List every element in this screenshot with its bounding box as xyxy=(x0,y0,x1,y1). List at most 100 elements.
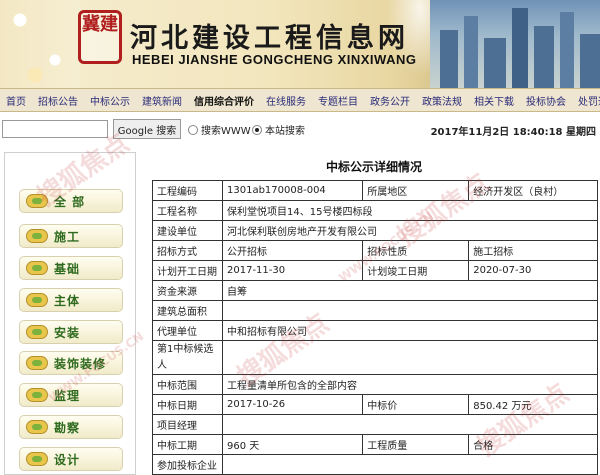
site-title: 河北建设工程信息网 xyxy=(130,23,409,54)
field-label: 代理单位 xyxy=(152,320,223,341)
nav-policies[interactable]: 政策法规 xyxy=(422,93,462,108)
field-label: 中标工期 xyxy=(152,434,223,455)
category-label: 施工 xyxy=(54,229,81,244)
city-skyline-image xyxy=(430,0,600,88)
field-label: 建设单位 xyxy=(152,220,223,241)
field-label: 计划开工日期 xyxy=(152,260,223,281)
category-icon xyxy=(26,420,48,434)
radio-search-site[interactable]: 本站搜索 xyxy=(252,122,305,137)
category-foundation[interactable]: 基础 xyxy=(19,256,123,280)
radio-site-indicator[interactable] xyxy=(252,124,262,135)
field-value: 960 天 xyxy=(221,434,364,455)
field-value xyxy=(222,454,598,475)
table-row: 中标范围 工程量清单所包含的全部内容 xyxy=(152,374,598,395)
category-icon xyxy=(26,229,48,243)
field-label: 所属地区 xyxy=(362,180,470,201)
category-icon xyxy=(26,388,48,402)
field-value xyxy=(222,414,598,435)
nav-online-service[interactable]: 在线服务 xyxy=(266,93,306,108)
category-icon xyxy=(26,194,48,208)
category-icon xyxy=(26,261,48,275)
nav-award-notice[interactable]: 中标公示 xyxy=(90,93,130,108)
field-value: 2017-10-26 xyxy=(221,394,364,415)
table-row: 参加投标企业 xyxy=(152,454,598,475)
category-label: 主体 xyxy=(54,293,81,308)
field-label: 第1中标候选人 xyxy=(152,340,223,375)
search-bar: Google 搜索 搜索WWW 本站搜索 2017年11月2日 18:40:18… xyxy=(0,118,600,140)
category-label: 全 部 xyxy=(54,194,86,209)
site-banner: 冀建 河北建设工程信息网 HEBEI JIANSHE GONGCHENG XIN… xyxy=(0,0,600,88)
field-value: 2017-11-30 xyxy=(221,260,364,281)
radio-web-label: 搜索WWW xyxy=(201,126,251,137)
nav-home[interactable]: 首页 xyxy=(6,93,26,108)
category-design[interactable]: 设计 xyxy=(19,447,123,471)
site-title-english: HEBEI JIANSHE GONGCHENG XINXIWANG xyxy=(132,52,417,67)
table-row: 招标方式 公开招标 招标性质 施工招标 xyxy=(152,240,598,261)
field-value: 施工招标 xyxy=(468,240,598,261)
category-construction[interactable]: 施工 xyxy=(19,224,123,248)
field-value: 合格 xyxy=(468,434,598,455)
field-value: 1301ab170008-004 xyxy=(221,180,364,201)
category-label: 勘察 xyxy=(54,420,81,435)
google-search-button[interactable]: Google 搜索 xyxy=(113,119,181,139)
search-input[interactable] xyxy=(2,120,108,138)
field-value: 自筹 xyxy=(222,280,598,301)
field-label: 中标范围 xyxy=(152,374,223,395)
nav-special-topics[interactable]: 专题栏目 xyxy=(318,93,358,108)
field-value xyxy=(222,300,598,321)
table-row: 建设单位 河北保利联创房地产开发有限公司 xyxy=(152,220,598,241)
category-icon xyxy=(26,356,48,370)
nav-downloads[interactable]: 相关下载 xyxy=(474,93,514,108)
nav-penalty-notices[interactable]: 处罚通报 xyxy=(578,93,600,108)
field-value: 公开招标 xyxy=(221,240,364,261)
category-icon xyxy=(26,325,48,339)
field-label: 项目经理 xyxy=(152,414,223,435)
nav-government-affairs[interactable]: 政务公开 xyxy=(370,93,410,108)
field-value: 保利堂悦项目14、15号楼四标段 xyxy=(222,200,598,221)
category-label: 设计 xyxy=(54,452,81,467)
category-decoration[interactable]: 装饰装修 xyxy=(19,351,123,375)
category-survey[interactable]: 勘察 xyxy=(19,415,123,439)
nav-tender-notice[interactable]: 招标公告 xyxy=(38,93,78,108)
field-value: 850.42 万元 xyxy=(468,394,598,415)
nav-bidding-association[interactable]: 投标协会 xyxy=(526,93,566,108)
field-label: 计划竣工日期 xyxy=(362,260,470,281)
field-label: 资金来源 xyxy=(152,280,223,301)
radio-search-web[interactable]: 搜索WWW xyxy=(188,122,251,137)
field-label: 中标日期 xyxy=(152,394,223,415)
table-row: 资金来源 自筹 xyxy=(152,280,598,301)
category-installation[interactable]: 安装 xyxy=(19,320,123,344)
field-label: 招标方式 xyxy=(152,240,223,261)
radio-site-label: 本站搜索 xyxy=(265,126,305,137)
site-logo[interactable]: 冀建 xyxy=(78,10,122,64)
field-value: 河北保利联创房地产开发有限公司 xyxy=(222,220,598,241)
field-label: 工程编码 xyxy=(152,180,223,201)
flower-decoration xyxy=(0,0,80,88)
field-label: 工程名称 xyxy=(152,200,223,221)
category-all[interactable]: 全 部 xyxy=(19,189,123,213)
main-nav: 首页 招标公告 中标公示 建筑新闻 信用综合评价 在线服务 专题栏目 政务公开 … xyxy=(0,88,600,112)
category-main-structure[interactable]: 主体 xyxy=(19,288,123,312)
nav-credit-evaluation[interactable]: 信用综合评价 xyxy=(194,93,254,108)
field-value: 工程量清单所包含的全部内容 xyxy=(222,374,598,395)
table-row: 工程名称 保利堂悦项目14、15号楼四标段 xyxy=(152,200,598,221)
table-row: 中标工期 960 天 工程质量 合格 xyxy=(152,434,598,455)
field-value: 2020-07-30 xyxy=(468,260,598,281)
category-label: 监理 xyxy=(54,388,81,403)
nav-construction-news[interactable]: 建筑新闻 xyxy=(142,93,182,108)
category-supervision[interactable]: 监理 xyxy=(19,383,123,407)
field-label: 参加投标企业 xyxy=(152,454,223,475)
page-title: 中标公示详细情况 xyxy=(325,159,422,174)
field-value xyxy=(222,340,598,375)
award-detail-panel: 中标公示详细情况 工程编码 1301ab170008-004 所属地区 经济开发… xyxy=(148,152,600,475)
field-label: 建筑总面积 xyxy=(152,300,223,321)
field-label: 招标性质 xyxy=(362,240,470,261)
current-datetime: 2017年11月2日 18:40:18 星期四 xyxy=(430,127,596,138)
radio-web-indicator[interactable] xyxy=(188,124,198,135)
table-row: 计划开工日期 2017-11-30 计划竣工日期 2020-07-30 xyxy=(152,260,598,281)
field-value: 经济开发区（良村） xyxy=(468,180,598,201)
table-row: 第1中标候选人 xyxy=(152,340,598,375)
category-label: 基础 xyxy=(54,261,81,276)
field-label: 中标价 xyxy=(362,394,470,415)
category-sidebar: 全 部 施工 基础 主体 安装 装饰装修 监理 勘察 设计 xyxy=(4,152,136,475)
